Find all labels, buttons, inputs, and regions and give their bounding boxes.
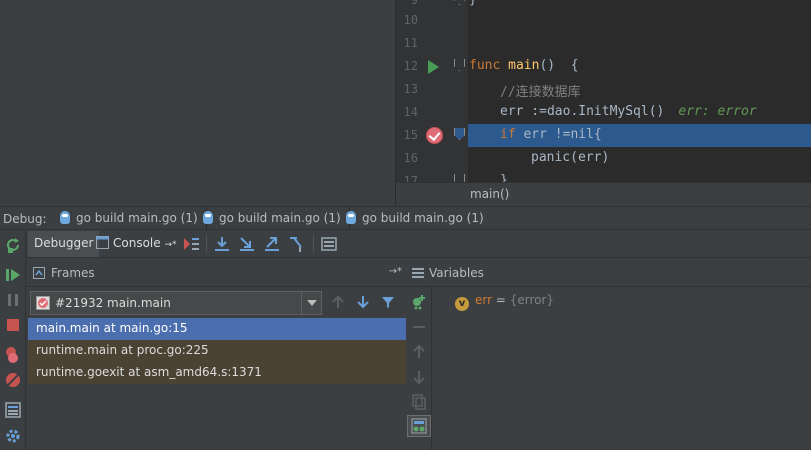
thread-selector-row: #21932 main.main <box>26 287 406 318</box>
show-execution-point-icon[interactable] <box>182 235 200 253</box>
debugger-toolbar: Debugger Console →* <box>26 230 811 258</box>
code-line[interactable]: 13 //连接数据库 <box>396 78 811 101</box>
breadcrumb[interactable]: main() <box>396 182 811 206</box>
code-line[interactable]: 14 err :=dao.InitMySql() err: error <box>396 101 811 124</box>
move-down-icon[interactable] <box>410 368 428 386</box>
debug-tab-bar: Debug: go build main.go (1) go build mai… <box>0 206 811 230</box>
debug-session-tab[interactable]: go build main.go (1) <box>195 207 350 230</box>
mute-breakpoints-icon[interactable] <box>4 371 22 389</box>
line-number: 17 <box>403 174 418 182</box>
code-line[interactable]: 12 func main() { <box>396 55 811 78</box>
code-text: } <box>500 173 508 182</box>
inline-value-hint: err: error <box>678 104 757 119</box>
gopher-icon <box>203 211 213 224</box>
gopher-icon <box>60 211 70 224</box>
variable-row[interactable]: v err = {error} <box>455 293 554 311</box>
frame-item[interactable]: runtime.main at proc.go:225 <box>28 340 406 362</box>
frames-icon <box>33 267 45 279</box>
new-watch-icon[interactable] <box>410 293 428 311</box>
debug-side-toolbar <box>0 230 26 450</box>
frame-item[interactable]: runtime.goexit at asm_amd64.s:1371 <box>28 362 406 384</box>
line-number: 16 <box>403 151 418 165</box>
step-into-icon[interactable] <box>238 235 256 253</box>
code-text: func main() { <box>469 58 579 73</box>
step-out-icon[interactable] <box>263 235 281 253</box>
move-up-icon[interactable] <box>410 343 428 361</box>
code-line[interactable]: 10 <box>396 9 811 32</box>
frames-list: main.main at main.go:15 runtime.main at … <box>28 318 406 450</box>
variable-icon: v <box>455 297 469 311</box>
toolbar-separator <box>313 235 314 252</box>
run-to-cursor-icon[interactable] <box>288 235 306 253</box>
line-number: 12 <box>403 59 418 73</box>
breakpoint-icon[interactable] <box>426 127 443 144</box>
frame-item[interactable]: main.main at main.go:15 <box>28 318 406 340</box>
line-number: 11 <box>403 36 418 50</box>
view-breakpoints-icon[interactable] <box>4 346 22 364</box>
variable-name: err <box>475 293 493 307</box>
code-line[interactable]: 16 panic(err) <box>396 147 811 170</box>
variable-value: {error} <box>509 293 555 307</box>
breadcrumb-item[interactable]: main() <box>470 187 509 201</box>
code-text: } <box>469 0 477 7</box>
thread-icon <box>36 296 50 310</box>
step-over-icon[interactable] <box>213 235 231 253</box>
show-watches-toggle[interactable] <box>407 415 431 437</box>
fold-icon[interactable] <box>454 174 465 182</box>
pin-tab-icon[interactable]: →* <box>389 266 402 277</box>
evaluate-expression-icon[interactable] <box>320 235 338 253</box>
fold-icon[interactable] <box>454 128 465 140</box>
current-execution-line[interactable]: 15 if err !=nil{ <box>396 124 811 147</box>
line-number: 10 <box>403 13 418 27</box>
line-number: 9 <box>410 0 418 7</box>
frames-header: Frames →* <box>26 259 406 287</box>
stop-icon[interactable] <box>4 316 22 334</box>
variables-header: Variables <box>406 259 811 287</box>
variables-title: Variables <box>429 266 484 280</box>
code-line[interactable]: 11 <box>396 32 811 55</box>
left-editor-pane <box>0 0 396 206</box>
layout-icon[interactable] <box>4 401 22 419</box>
line-number: 15 <box>403 128 418 142</box>
variables-side-toolbar <box>406 287 432 450</box>
line-number: 14 <box>403 105 418 119</box>
console-icon <box>96 236 109 249</box>
run-gutter-icon[interactable] <box>428 60 439 74</box>
filter-icon[interactable] <box>381 295 395 309</box>
code-comment: //连接数据库 <box>500 85 581 100</box>
code-line[interactable]: 17 } <box>396 170 811 182</box>
debug-label: Debug: <box>3 212 47 226</box>
pause-icon[interactable] <box>4 291 22 309</box>
remove-watch-icon[interactable] <box>410 318 428 336</box>
chevron-down-icon[interactable] <box>301 292 321 314</box>
copy-icon[interactable] <box>410 393 428 411</box>
thread-label: #21932 main.main <box>55 296 171 310</box>
fold-icon[interactable] <box>454 0 465 5</box>
line-number: 13 <box>403 82 418 96</box>
frames-title: Frames <box>51 266 95 280</box>
thread-dropdown[interactable]: #21932 main.main <box>30 291 322 315</box>
tab-console[interactable]: Console →* <box>92 231 181 257</box>
watches-icon <box>411 418 427 434</box>
rerun-icon[interactable] <box>4 236 22 254</box>
variables-icon <box>412 268 424 278</box>
code-text: panic(err) <box>531 150 610 165</box>
code-text: if err !=nil{ <box>500 127 602 142</box>
arrow-up-icon[interactable] <box>331 295 345 309</box>
code-editor[interactable]: 9 } 10 11 12 func main() { 13 //连接数据库 14… <box>396 0 811 182</box>
variables-tree: v err = {error} <box>433 287 811 450</box>
resume-icon[interactable] <box>4 266 22 284</box>
gopher-icon <box>346 211 356 224</box>
tab-debugger[interactable]: Debugger <box>28 231 100 257</box>
debug-session-tab[interactable]: go build main.go (1) <box>338 207 492 230</box>
settings-gear-icon[interactable] <box>4 427 22 445</box>
toolbar-separator <box>206 235 207 252</box>
fold-icon[interactable] <box>454 59 465 71</box>
arrow-down-icon[interactable] <box>356 295 370 309</box>
debug-session-tab[interactable]: go build main.go (1) <box>52 207 207 230</box>
code-text: err :=dao.InitMySql() err: error <box>500 104 757 119</box>
